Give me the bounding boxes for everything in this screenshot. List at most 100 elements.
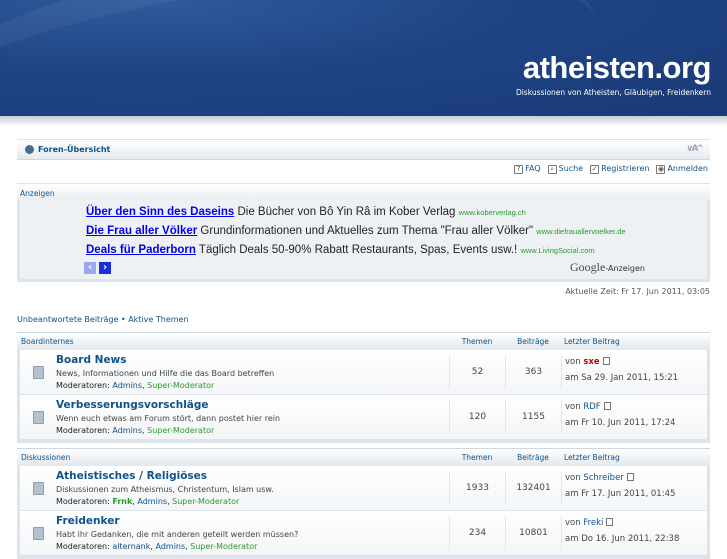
category-header: Boardinternes Themen Beiträge Letzter Beitr… [17, 333, 710, 350]
last-post-date: am Fr 10. Jun 2011, 17:24 [565, 418, 676, 428]
col-posts: Beiträge [517, 337, 549, 346]
ads-suffix: -Anzeigen [605, 264, 645, 273]
userlink-label: FAQ [525, 164, 541, 173]
moderator-link[interactable]: alternank [112, 542, 150, 551]
ads-box: Über den Sinn des Daseins Die Bücher von… [17, 200, 710, 282]
ad-title-link[interactable]: Deals für Paderborn [86, 244, 196, 256]
forum-read-icon [20, 350, 56, 394]
view-latest-post-icon[interactable] [626, 473, 634, 481]
forum-title-link[interactable]: Board News [56, 354, 449, 366]
moderators-label: Moderatoren: [56, 426, 110, 435]
forum-moderators: Moderatoren: alternank, Admins, Super-Mo… [56, 542, 258, 551]
google-logo: Google [570, 260, 606, 274]
search-icon: ⌕ [547, 165, 557, 174]
ad-title-link[interactable]: Die Frau aller Völker [86, 225, 197, 237]
ad-title-link[interactable]: Über den Sinn des Daseins [86, 206, 234, 218]
site-header: atheisten.org Diskussionen von Atheisten… [0, 0, 727, 116]
userlink-label: Registrieren [601, 164, 650, 173]
user-links: ? FAQ ⌕ Suche ✓ Registrieren ◉ Anmelden [17, 164, 710, 178]
forum-read-icon [20, 395, 56, 439]
forum-title-link[interactable]: Atheistisches / Religiöses [56, 470, 449, 482]
forum-row: Atheistisches / Religiöses Diskussionen … [20, 466, 707, 511]
current-time: Aktuelle Zeit: Fr 17. Jun 2011, 03:05 [565, 287, 710, 296]
home-icon [25, 145, 34, 154]
last-post-author[interactable]: sxe [583, 357, 599, 367]
moderator-link[interactable]: Super-Moderator [190, 542, 257, 551]
userlink-anmelden[interactable]: ◉ Anmelden [656, 164, 708, 178]
last-post: von sxe am Sa 29. Jan 2011, 15:21 [561, 355, 707, 389]
font-resize-icon[interactable]: ∨A^ [686, 144, 704, 154]
forum-moderators: Moderatoren: Admins, Super-Moderator [56, 381, 215, 390]
by-label: von [565, 402, 581, 412]
breadcrumb-forum-index[interactable]: Foren-Übersicht [38, 145, 110, 154]
last-post-author[interactable]: RDF [583, 402, 600, 412]
moderator-link[interactable]: Super-Moderator [147, 426, 214, 435]
site-title[interactable]: atheisten.org [523, 50, 712, 86]
moderator-link[interactable]: Admins [112, 381, 142, 390]
forum-description: Habt ihr Gedanken, die mit anderen getei… [56, 530, 299, 539]
header-decoration [0, 0, 612, 116]
active-topics-link[interactable]: Aktive Themen [128, 315, 188, 324]
site-description: Diskussionen von Atheisten, Gläubigen, F… [515, 88, 711, 97]
last-post-date: am Sa 29. Jan 2011, 15:21 [565, 373, 679, 383]
ads-heading: Anzeigen [17, 183, 710, 201]
last-post-author[interactable]: Freki [583, 518, 603, 528]
category-table: Boardinternes Themen Beiträge Letzter Beitr… [17, 332, 710, 443]
last-post-date: am Fr 17. Jun 2011, 01:45 [565, 489, 676, 499]
forum-row: Freidenker Habt ihr Gedanken, die mit an… [20, 511, 707, 556]
moderator-link[interactable]: Frnk [112, 497, 132, 506]
userlink-suche[interactable]: ⌕ Suche [547, 164, 584, 178]
forum-description: News, Informationen und Hilfe die das Bo… [56, 369, 275, 378]
forum-read-icon [20, 466, 56, 510]
ad-item: Die Frau aller Völker Grundinformationen… [86, 225, 626, 237]
forum-title-link[interactable]: Verbesserungsvorschläge [56, 399, 449, 411]
forum-moderators: Moderatoren: Frnk, Admins, Super-Moderat… [56, 497, 240, 506]
ad-url[interactable]: www.koberverlag.ch [459, 208, 526, 217]
userlink-registrieren[interactable]: ✓ Registrieren [590, 164, 649, 178]
google-ads-label[interactable]: Google-Anzeigen [570, 260, 645, 275]
by-label: von [565, 518, 581, 528]
ad-text: Täglich Deals 50-90% Rabatt Restaurants,… [198, 244, 518, 256]
ad-url[interactable]: www.diefrauallervoelker.de [536, 227, 625, 236]
moderator-link[interactable]: Admins [112, 426, 142, 435]
moderator-link[interactable]: Super-Moderator [147, 381, 214, 390]
ad-url[interactable]: www.LivingSocial.com [520, 246, 594, 255]
by-label: von [565, 357, 581, 367]
moderator-link[interactable]: Admins [155, 542, 185, 551]
view-latest-post-icon[interactable] [602, 357, 610, 365]
forum-description: Diskussionen zum Atheismus, Christentum,… [56, 485, 274, 494]
moderator-link[interactable]: Super-Moderator [172, 497, 239, 506]
posts-count: 363 [505, 355, 561, 389]
category-name[interactable]: Diskussionen [20, 453, 449, 462]
category-name[interactable]: Boardinternes [20, 337, 449, 346]
unanswered-posts-link[interactable]: Unbeantwortete Beiträge [17, 315, 118, 324]
moderators-label: Moderatoren: [56, 497, 110, 506]
moderator-link[interactable]: Admins [137, 497, 167, 506]
ad-prev-button[interactable]: ‹ [84, 262, 96, 274]
ad-item: Über den Sinn des Daseins Die Bücher von… [86, 206, 526, 218]
header-shadow [0, 116, 727, 126]
ad-text: Grundinformationen und Aktuelles zum The… [200, 225, 534, 237]
col-posts: Beiträge [517, 453, 549, 462]
userlink-label: Suche [558, 164, 584, 173]
col-last-post: Letzter Beitrag [564, 453, 620, 462]
ad-next-button[interactable]: › [99, 262, 111, 274]
help-icon: ? [514, 165, 524, 174]
forum-row: Board News News, Informationen und Hilfe… [20, 350, 707, 395]
quick-links: Unbeantwortete Beiträge • Aktive Themen [17, 315, 710, 324]
last-post-author[interactable]: Schreiber [583, 473, 623, 483]
forum-moderators: Moderatoren: Admins, Super-Moderator [56, 426, 215, 435]
register-icon: ✓ [590, 165, 600, 174]
posts-count: 132401 [505, 471, 561, 505]
topics-count: 120 [449, 400, 505, 434]
col-last-post: Letzter Beitrag [564, 337, 620, 346]
view-latest-post-icon[interactable] [603, 402, 611, 410]
userlink-faq[interactable]: ? FAQ [514, 164, 541, 178]
separator: • [118, 315, 129, 324]
category-table: Diskussionen Themen Beiträge Letzter Beitra… [17, 448, 710, 559]
view-latest-post-icon[interactable] [606, 518, 614, 526]
userlink-label: Anmelden [667, 164, 708, 173]
forum-read-icon [20, 511, 56, 555]
forum-title-link[interactable]: Freidenker [56, 515, 449, 527]
col-topics: Themen [461, 453, 493, 462]
